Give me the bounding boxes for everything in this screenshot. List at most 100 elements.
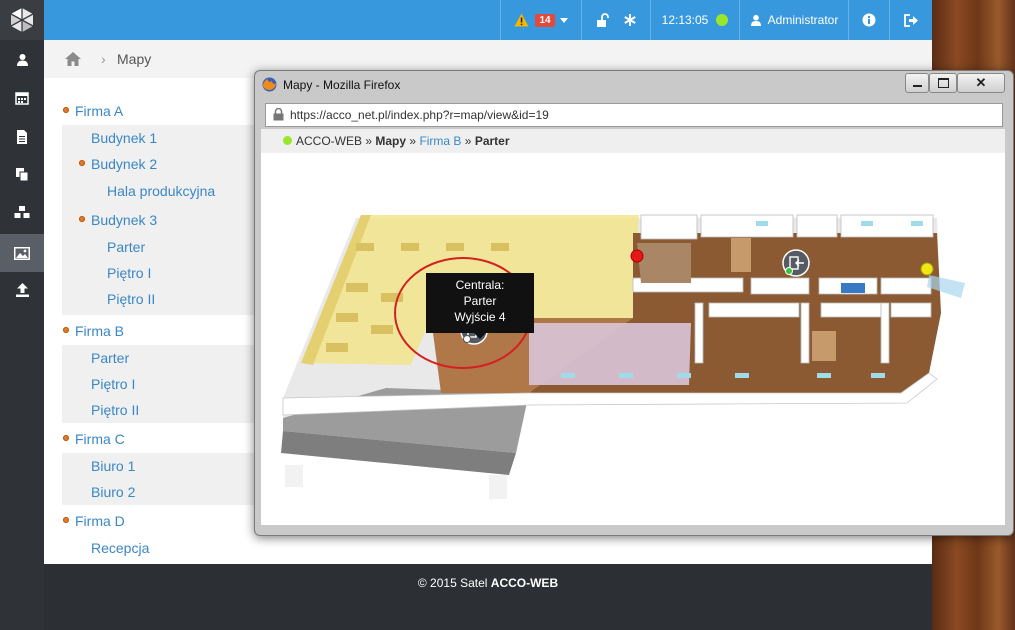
sidebar-calendar-button[interactable] — [0, 80, 44, 116]
sidebar-upload-button[interactable] — [0, 272, 44, 308]
calendar-icon — [15, 92, 29, 105]
crumb-root: ACCO-WEB — [296, 134, 362, 148]
warning-marker[interactable] — [920, 262, 934, 276]
close-window-button[interactable]: ✕ — [957, 73, 1005, 93]
tree-node-biuro-1[interactable]: Biuro 1 — [91, 458, 135, 474]
firefox-icon — [262, 77, 277, 92]
window-title: Mapy - Mozilla Firefox — [283, 78, 401, 92]
arming-controls — [581, 0, 650, 40]
sidebar — [0, 0, 52, 630]
user-name: Administrator — [767, 13, 839, 27]
app-logo[interactable] — [0, 0, 44, 40]
tree-node-biuro-2[interactable]: Biuro 2 — [91, 484, 135, 500]
minimize-icon — [912, 85, 922, 87]
unlock-icon[interactable] — [596, 13, 610, 27]
window-title-bar[interactable]: Mapy - Mozilla Firefox ✕ — [255, 71, 1013, 99]
pillar — [489, 475, 507, 499]
desk — [841, 283, 865, 293]
tree-node-budynek-3[interactable]: Budynek 3 — [79, 212, 157, 228]
expanded-bullet-icon — [63, 435, 69, 442]
caret-down-icon — [559, 17, 568, 23]
stairs — [637, 243, 691, 283]
device-tooltip: Centrala: Parter Wyjście 4 — [426, 273, 534, 339]
logo-icon — [10, 8, 34, 32]
status-dot — [283, 136, 292, 145]
corridor — [529, 323, 691, 385]
tree-node-fb-pietro-1[interactable]: Piętro I — [91, 376, 135, 392]
alerts-count-badge: 14 — [535, 13, 555, 27]
asterisk-icon[interactable] — [624, 14, 636, 26]
logout-button[interactable] — [889, 0, 933, 40]
cabinet — [812, 331, 836, 361]
tree-node-firma-d[interactable]: Firma D — [63, 513, 125, 529]
document-icon — [17, 130, 27, 144]
alarm-marker[interactable] — [630, 249, 644, 263]
connection-status-indicator — [716, 14, 729, 26]
sidebar-maps-button[interactable] — [0, 234, 52, 272]
footer-copyright: © 2015 Satel — [417, 576, 488, 590]
exit-device-icon[interactable] — [782, 249, 810, 277]
tree-node-b3-pietro-1[interactable]: Piętro I — [107, 265, 151, 281]
map-breadcrumb-path: ACCO-WEB » Mapy » Firma B » Parter — [296, 134, 510, 148]
user-icon — [750, 14, 761, 26]
sidebar-users-button[interactable] — [0, 41, 44, 77]
upload-icon — [15, 283, 29, 297]
footer: © 2015 Satel ACCO-WEB — [44, 564, 932, 630]
url-text: https://acco_net.pl/index.php?r=map/view… — [290, 108, 549, 122]
expanded-bullet-icon — [63, 107, 69, 114]
copy-icon — [16, 168, 29, 181]
tree-node-fb-pietro-2[interactable]: Piętro II — [91, 402, 139, 418]
url-bar[interactable]: https://acco_net.pl/index.php?r=map/view… — [265, 103, 1003, 127]
tree-node-label: Firma A — [75, 103, 124, 119]
tree-node-label: Budynek 2 — [91, 156, 158, 172]
floor-plan-map[interactable] — [261, 153, 1005, 525]
tooltip-line-1: Centrala: — [455, 278, 505, 292]
cubes-icon — [14, 206, 30, 218]
logout-icon — [904, 13, 918, 27]
user-menu[interactable]: Administrator — [739, 0, 848, 40]
alerts-dropdown[interactable]: 14 — [500, 0, 581, 40]
clock-status: 12:13:05 — [650, 0, 739, 40]
firefox-popup-window: Mapy - Mozilla Firefox ✕ https://acco_ne… — [254, 70, 1014, 536]
crumb-separator: » — [409, 134, 417, 148]
info-icon — [862, 13, 876, 27]
tree-node-firma-b[interactable]: Firma B — [63, 323, 124, 339]
image-icon — [14, 246, 30, 260]
expanded-bullet-icon — [79, 216, 85, 223]
sidebar-structure-button[interactable] — [0, 195, 44, 231]
breadcrumb-current: Mapy — [117, 51, 152, 67]
lock-icon — [273, 108, 284, 121]
minimize-button[interactable] — [905, 73, 929, 93]
tree-node-firma-a[interactable]: Firma A — [63, 103, 123, 119]
tree-node-fb-parter[interactable]: Parter — [91, 350, 129, 366]
tree-node-b3-pietro-2[interactable]: Piętro II — [107, 291, 155, 307]
tree-node-budynek-2[interactable]: Budynek 2 — [79, 156, 157, 172]
footer-brand: ACCO-WEB — [490, 576, 559, 590]
map-breadcrumb: ACCO-WEB » Mapy » Firma B » Parter — [261, 129, 1005, 153]
pillar — [285, 465, 303, 487]
tree-node-recepcja[interactable]: Recepcja — [91, 540, 149, 556]
maximize-button[interactable] — [929, 73, 957, 93]
warning-icon — [514, 13, 529, 27]
table — [731, 238, 751, 272]
clock-text: 12:13:05 — [661, 13, 709, 27]
tree-node-label: Firma D — [75, 513, 125, 529]
expanded-bullet-icon — [63, 327, 69, 334]
expanded-bullet-icon — [79, 160, 85, 167]
tree-node-b3-parter[interactable]: Parter — [107, 239, 145, 255]
tooltip-line-3: Wyjście 4 — [454, 310, 506, 324]
tree-node-budynek-1[interactable]: Budynek 1 — [91, 130, 157, 146]
tree-node-firma-c[interactable]: Firma C — [63, 431, 125, 447]
crumb-current: Parter — [474, 134, 510, 148]
tree-node-hala-produkcyjna[interactable]: Hala produkcyjna — [107, 183, 215, 199]
crumb-separator: » — [464, 134, 472, 148]
maximize-icon — [937, 78, 949, 88]
sidebar-documents-button[interactable] — [0, 119, 44, 155]
home-icon[interactable] — [64, 51, 82, 67]
tooltip-arrow — [474, 333, 486, 339]
footer-text: © 2015 Satel ACCO-WEB — [44, 564, 932, 590]
crumb-firma-b[interactable]: Firma B — [419, 134, 461, 148]
sidebar-copy-button[interactable] — [0, 156, 44, 192]
crumb-mapy: Mapy — [375, 134, 407, 148]
info-button[interactable] — [848, 0, 889, 40]
